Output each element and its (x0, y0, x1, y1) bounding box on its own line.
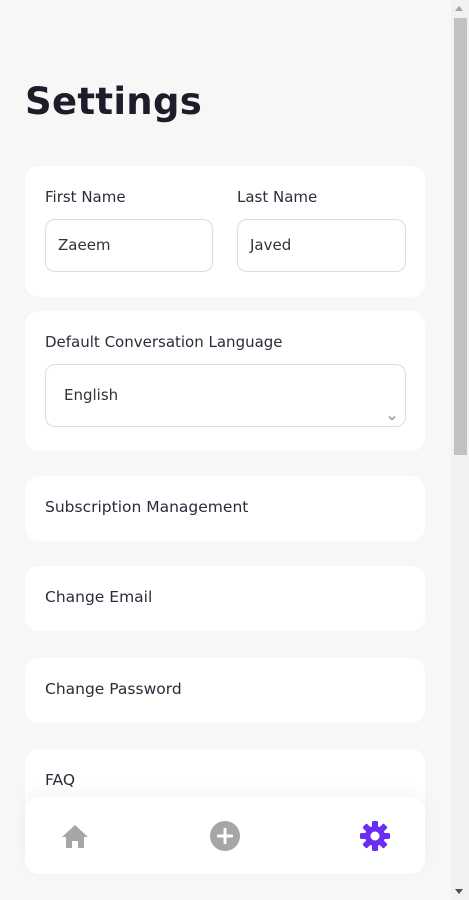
nav-settings-button[interactable] (358, 819, 392, 853)
scroll-thumb[interactable] (454, 18, 467, 455)
home-icon (62, 825, 88, 848)
change-password-item[interactable]: Change Password (25, 658, 425, 723)
settings-screen: Settings First Name Zaeem Last Name Jave… (0, 0, 469, 900)
last-name-value: Javed (250, 236, 292, 254)
gear-icon (360, 821, 390, 851)
change-email-item[interactable]: Change Email (25, 566, 425, 631)
change-password-label: Change Password (45, 680, 182, 698)
bottom-nav (25, 797, 425, 874)
name-card: First Name Zaeem Last Name Javed (25, 166, 425, 297)
nav-add-button[interactable] (208, 819, 242, 853)
language-card: Default Conversation Language English (25, 311, 425, 451)
last-name-field[interactable]: Javed (237, 219, 406, 272)
faq-label: FAQ (45, 771, 76, 789)
change-email-label: Change Email (45, 588, 153, 606)
vertical-scrollbar[interactable] (451, 0, 469, 900)
first-name-field[interactable]: Zaeem (45, 219, 213, 272)
language-label: Default Conversation Language (45, 333, 283, 351)
last-name-label: Last Name (237, 188, 318, 206)
scroll-up-arrow-icon[interactable] (455, 6, 463, 11)
first-name-value: Zaeem (58, 236, 111, 254)
language-selected-value: English (64, 386, 119, 404)
subscription-management-label: Subscription Management (45, 498, 249, 516)
chevron-down-icon (387, 388, 397, 449)
page-title: Settings (25, 80, 203, 123)
scroll-down-arrow-icon[interactable] (455, 889, 463, 894)
language-select[interactable]: English (45, 364, 406, 427)
nav-home-button[interactable] (58, 819, 92, 853)
add-circle-icon (210, 821, 240, 851)
first-name-label: First Name (45, 188, 126, 206)
subscription-management-item[interactable]: Subscription Management (25, 476, 425, 541)
